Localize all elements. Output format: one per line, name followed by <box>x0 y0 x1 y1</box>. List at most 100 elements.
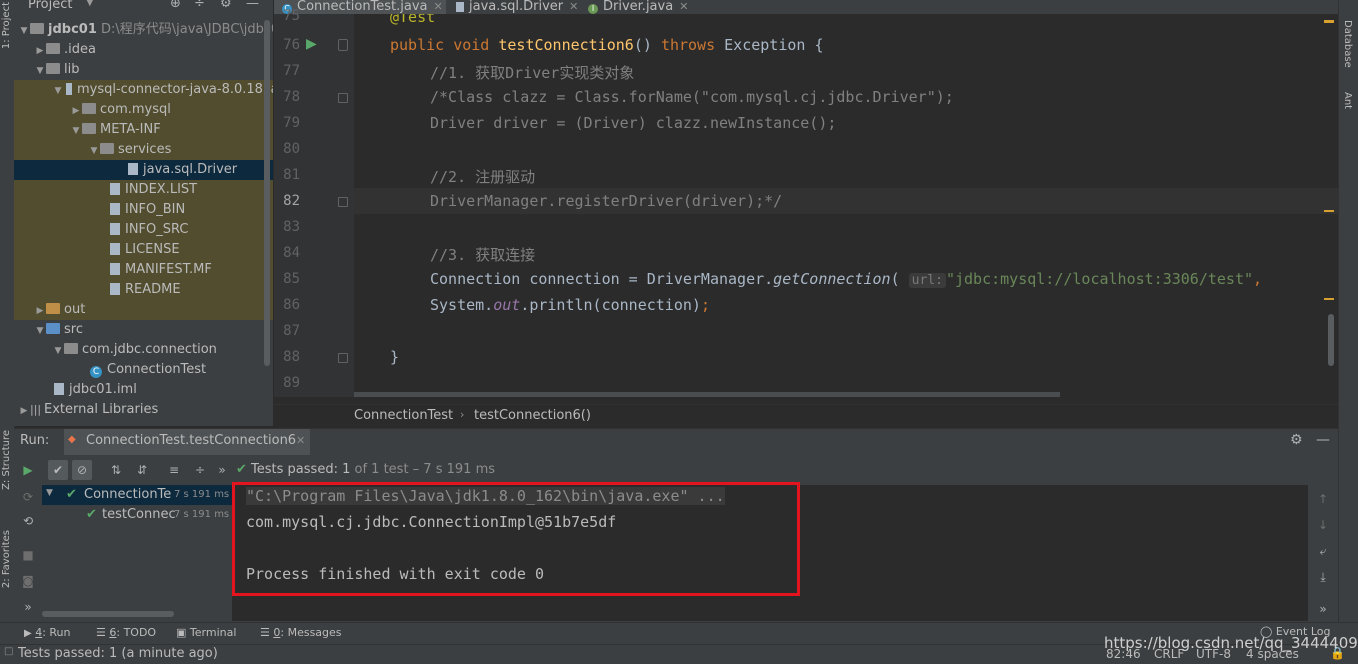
collapse-icon[interactable]: ÷ <box>194 0 205 11</box>
up-arrow-icon[interactable]: ↑ <box>1313 489 1333 509</box>
structure-tool-button[interactable]: Z: Structure <box>1 430 12 490</box>
chevron-down-icon[interactable]: ▼ <box>88 141 100 161</box>
fold-icon[interactable] <box>338 353 348 363</box>
tab-terminal[interactable]: ▣ Terminal <box>176 626 236 639</box>
database-tool-button[interactable]: Database <box>1342 20 1353 68</box>
status-bar-toggle-icon[interactable]: □ <box>4 646 13 657</box>
editor-horizontal-scrollbar[interactable] <box>354 392 1060 397</box>
ant-tool-button[interactable]: Ant <box>1342 92 1353 109</box>
console-output[interactable]: "C:\Program Files\Java\jdk1.8.0_162\bin\… <box>232 482 1308 621</box>
close-icon[interactable]: ✕ <box>569 0 578 13</box>
tab-driver-java[interactable]: I Driver.java ✕ <box>588 0 698 14</box>
error-stripe-marker[interactable] <box>1324 210 1334 212</box>
test-case-row[interactable]: ✔ testConnec 7 s 191 ms <box>42 505 232 525</box>
chevron-right-icon[interactable]: ▶ <box>34 41 46 61</box>
show-ignored-icon[interactable]: ⊘ <box>72 460 92 480</box>
locate-icon[interactable]: ⊕ <box>170 0 181 11</box>
tests-status-detail: of 1 test – 7 s 191 ms <box>354 462 496 477</box>
code-line-75: @Test <box>390 14 436 26</box>
error-stripe-marker[interactable] <box>1324 298 1334 300</box>
tab-messages[interactable]: ☰ 0: Messages <box>260 626 342 639</box>
sort-alpha-icon[interactable]: ⇅ <box>106 460 126 480</box>
fold-icon[interactable] <box>338 93 348 103</box>
toggle-auto-test-icon[interactable]: ⟲ <box>18 511 38 531</box>
test-tree-scrollbar[interactable] <box>42 611 174 617</box>
fold-icon[interactable] <box>338 197 348 207</box>
gear-icon[interactable]: ⚙ <box>1290 432 1303 448</box>
stop-icon[interactable]: ■ <box>18 545 38 565</box>
chevron-down-icon[interactable]: ▼ <box>34 61 46 81</box>
tree-item-lib[interactable]: ▼ lib <box>14 60 273 80</box>
tree-item-java-sql-driver[interactable]: java.sql.Driver <box>14 160 273 180</box>
hide-icon[interactable]: — <box>246 0 259 11</box>
expand-all-icon[interactable]: ≡ <box>164 460 184 480</box>
tab-run-configuration[interactable]: ◆ ConnectionTest.testConnection6 ✕ <box>64 429 310 455</box>
tree-item-connectiontest[interactable]: C ConnectionTest <box>14 360 273 380</box>
chevron-down-icon[interactable]: ▼ <box>70 121 82 141</box>
tree-item-com-jdbc-connection[interactable]: ▼ com.jdbc.connection <box>14 340 273 360</box>
project-tool-button[interactable]: 1: Project <box>1 2 12 49</box>
run-side-toolbar: ⟳ ⟲ ■ ◙ » <box>14 485 42 621</box>
test-suite-row[interactable]: ▼ ✔ ConnectionTe 7 s 191 ms <box>42 485 232 505</box>
tree-item-out[interactable]: ▶ out <box>14 300 273 320</box>
fold-icon[interactable] <box>338 39 348 51</box>
code-editor[interactable]: @Test public void testConnection6() thro… <box>354 14 1338 397</box>
tree-item-jdbc01-iml[interactable]: jdbc01.iml <box>14 380 273 400</box>
run-test-icon[interactable]: ▶ <box>306 36 317 52</box>
rerun-failed-icon[interactable]: ⟳ <box>18 487 38 507</box>
more-icon[interactable]: » <box>18 597 38 617</box>
tree-item-mysql-connector-jar[interactable]: ▼ mysql-connector-java-8.0.18.jar <box>14 80 273 100</box>
rerun-icon[interactable]: ▶ <box>18 460 38 480</box>
scroll-to-end-icon[interactable]: ⤓ <box>1313 567 1333 587</box>
chevron-right-icon[interactable]: ▶ <box>34 301 46 321</box>
gear-icon[interactable]: ⚙ <box>220 0 232 11</box>
chevron-down-icon[interactable]: ▼ <box>46 488 53 498</box>
tree-item-idea[interactable]: ▶ .idea <box>14 40 273 60</box>
down-arrow-icon[interactable]: ↓ <box>1313 515 1333 535</box>
run-toolbar: ▶ ✔ ⊘ ⇅ ⇵ ≡ ÷ » ✔ Tests passed: 1 of 1 t… <box>14 457 1338 483</box>
soft-wrap-icon[interactable]: ⤶ <box>1313 541 1333 561</box>
tree-item-readme[interactable]: README <box>14 280 273 300</box>
tree-item-meta-inf[interactable]: ▼ META-INF <box>14 120 273 140</box>
chevron-down-icon[interactable]: ▼ <box>34 321 46 341</box>
more-icon[interactable]: » <box>212 460 232 480</box>
chevron-down-icon[interactable]: ▼ <box>86 0 94 8</box>
tree-item-info-bin[interactable]: INFO_BIN <box>14 200 273 220</box>
chevron-right-icon[interactable]: ▶ <box>18 401 30 421</box>
tree-item-index-list[interactable]: INDEX.LIST <box>14 180 273 200</box>
show-passed-icon[interactable]: ✔ <box>48 460 68 480</box>
tree-item-info-src[interactable]: INFO_SRC <box>14 220 273 240</box>
project-scrollbar[interactable] <box>264 20 270 366</box>
code-line-76: public void testConnection6() throws Exc… <box>390 36 824 54</box>
breadcrumb-item-method[interactable]: testConnection6() <box>474 408 591 423</box>
chevron-down-icon[interactable]: ▼ <box>52 81 64 101</box>
tree-item-license[interactable]: LICENSE <box>14 240 273 260</box>
tab-java-sql-driver[interactable]: java.sql.Driver ✕ <box>454 0 578 14</box>
hide-icon[interactable]: — <box>1316 432 1330 448</box>
more-icon[interactable]: » <box>1313 599 1333 619</box>
tab-run[interactable]: ▶ 4: Run <box>24 626 71 639</box>
chevron-right-icon[interactable]: ▶ <box>70 101 82 121</box>
tree-item-jdbc01[interactable]: ▼ jdbc01 D:\程序代码\java\JDBC\jdbc01 <box>14 20 273 40</box>
tree-item-external-libraries[interactable]: ▶ ||| External Libraries <box>14 400 273 420</box>
status-message[interactable]: Tests passed: 1 (a minute ago) <box>18 646 218 661</box>
tree-item-com-mysql[interactable]: ▶ com.mysql <box>14 100 273 120</box>
error-stripe-marker[interactable] <box>1324 20 1334 23</box>
tree-item-manifest[interactable]: MANIFEST.MF <box>14 260 273 280</box>
editor-vertical-scrollbar[interactable] <box>1328 314 1334 366</box>
sort-duration-icon[interactable]: ⇵ <box>132 460 152 480</box>
close-icon[interactable]: ✕ <box>296 434 305 447</box>
chevron-down-icon[interactable]: ▼ <box>18 21 30 41</box>
project-view-selector[interactable]: Project <box>28 0 72 12</box>
camera-icon[interactable]: ◙ <box>18 571 38 591</box>
tree-item-src[interactable]: ▼ src <box>14 320 273 340</box>
close-icon[interactable]: ✕ <box>679 0 688 13</box>
close-icon[interactable]: ✕ <box>434 0 443 13</box>
breadcrumb-item-class[interactable]: ConnectionTest <box>354 408 453 423</box>
collapse-all-icon[interactable]: ÷ <box>190 460 210 480</box>
favorites-tool-button[interactable]: 2: Favorites <box>1 530 12 588</box>
chevron-down-icon[interactable]: ▼ <box>52 341 64 361</box>
tab-todo[interactable]: ☰ 6: TODO <box>96 626 156 639</box>
right-tool-strip: Database Ant <box>1338 0 1358 622</box>
tree-item-services[interactable]: ▼ services <box>14 140 273 160</box>
